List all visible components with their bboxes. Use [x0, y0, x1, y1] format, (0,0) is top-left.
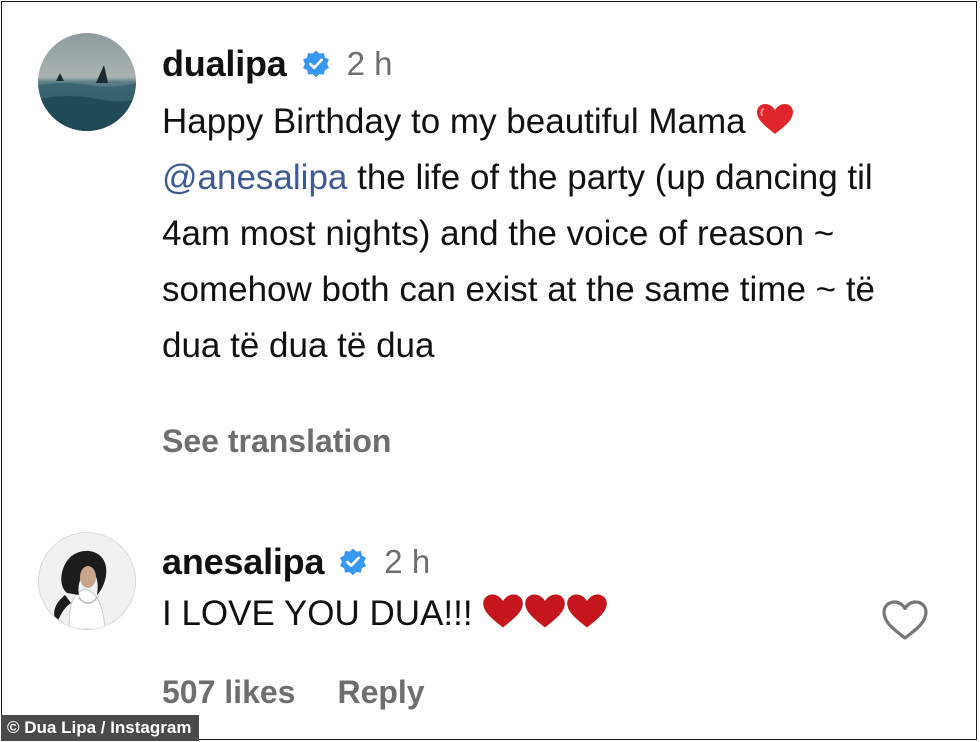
red-heart-emoji-icon	[757, 104, 794, 134]
comment-text-start: Happy Birthday to my beautiful Mama	[162, 102, 756, 141]
reply-text: I LOVE YOU DUA!!!	[162, 594, 473, 633]
red-heart-emoji-icon	[524, 594, 565, 628]
heart-emojis	[481, 591, 607, 631]
dualipa-avatar[interactable]	[38, 33, 136, 131]
red-heart-emoji-icon	[482, 594, 523, 628]
anesalipa-avatar[interactable]	[38, 532, 136, 630]
mention-link[interactable]: @anesalipa	[162, 158, 347, 197]
comment-timestamp: 2 h	[346, 45, 393, 82]
reply-button[interactable]: Reply	[337, 674, 424, 711]
comment-username[interactable]: dualipa	[162, 43, 287, 85]
verified-badge-icon	[340, 548, 367, 576]
verified-badge-icon	[302, 50, 329, 78]
comment-body: Happy Birthday to my beautiful Mama @ane…	[162, 94, 937, 374]
reply-timestamp: 2 h	[384, 543, 431, 580]
reply-body: I LOVE YOU DUA!!!	[162, 588, 607, 640]
likes-count[interactable]: 507 likes	[162, 674, 295, 711]
image-credit: © Dua Lipa / Instagram	[1, 715, 200, 741]
ocean-avatar-image	[38, 33, 136, 131]
portrait-avatar-image	[39, 533, 135, 629]
reply-header: anesalipa 2 h	[162, 538, 430, 586]
comment-header: dualipa 2 h	[162, 40, 393, 88]
reply-username[interactable]: anesalipa	[162, 541, 324, 583]
reply-actions: 507 likes Reply	[162, 674, 425, 711]
heart-outline-icon[interactable]	[881, 599, 929, 641]
see-translation-button[interactable]: See translation	[162, 423, 391, 460]
red-heart-emoji-icon	[566, 594, 607, 628]
